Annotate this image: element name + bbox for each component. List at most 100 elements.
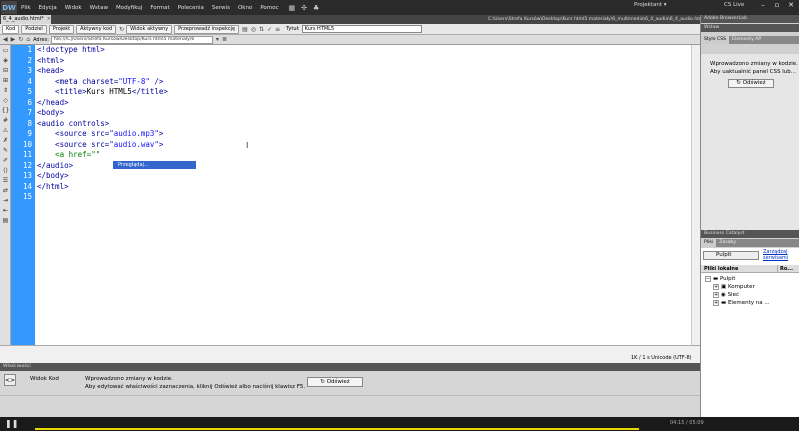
code-line[interactable]: <body> (35, 108, 691, 119)
home-icon[interactable]: ⌂ (26, 36, 30, 43)
browserlab-header[interactable]: Adobe BrowserLab (701, 15, 799, 23)
recent-snippets-icon[interactable]: ☰ (1, 176, 10, 185)
refresh-icon[interactable]: ↻ (119, 26, 124, 33)
file-management-icon[interactable]: ⇅ (259, 26, 264, 33)
address-menu-icon[interactable]: ▾ (216, 36, 219, 43)
menu-widok[interactable]: Widok (61, 5, 86, 11)
forward-icon[interactable]: ▶ (11, 36, 16, 43)
split-view-button[interactable]: Podziel (21, 24, 47, 34)
document-tab[interactable]: 6_4_audio.html* × (1, 15, 51, 24)
menu-polecenia[interactable]: Polecenia (174, 5, 208, 11)
outdent-icon[interactable]: ⇤ (1, 206, 10, 215)
minimize-icon[interactable]: – (756, 0, 770, 10)
move-css-icon[interactable]: ⇄ (1, 186, 10, 195)
tab-style-css[interactable]: Style CSS (701, 36, 730, 44)
play-pause-icon[interactable]: ❚❚ (5, 419, 18, 428)
code-line[interactable]: <source src="audio.wav"> (35, 140, 691, 151)
code-line[interactable]: </head> (35, 98, 691, 109)
menu-plik[interactable]: Plik (17, 5, 35, 11)
code-line[interactable]: </body> (35, 171, 691, 182)
address-settings-icon[interactable]: ≣ (222, 36, 227, 43)
indent-icon[interactable]: ⇥ (1, 196, 10, 205)
format-source-icon[interactable]: ▤ (1, 216, 10, 225)
title-input[interactable]: Kurs HTML5 (301, 25, 422, 33)
code-line[interactable]: <a href="" (35, 150, 691, 161)
code-line[interactable]: <audio controls> (35, 119, 691, 130)
code-line[interactable]: <source src="audio.mp3"> (35, 129, 691, 140)
code-editor[interactable]: <!doctype html> <html> <head> <meta charse… (35, 45, 691, 345)
tree-item-desktop[interactable]: − ▬ Pulpit (705, 275, 735, 283)
expand-icon[interactable]: + (713, 292, 719, 298)
select-parent-tag-icon[interactable]: ◇ (1, 96, 10, 105)
menu-serwis[interactable]: Serwis (208, 5, 234, 11)
collapse-tag-icon[interactable]: ⊟ (1, 66, 10, 75)
inspect-button[interactable]: Przeprowadź inspekcję (174, 24, 240, 34)
css-refresh-button[interactable]: ↻ Odśwież (728, 79, 774, 88)
apply-comment-icon[interactable]: ✎ (1, 146, 10, 155)
site-select[interactable]: Pulpit (703, 251, 759, 260)
back-icon[interactable]: ◀ (3, 36, 8, 43)
size-column-header[interactable]: Ro... (777, 265, 793, 273)
multiscreen-icon[interactable]: ▤ (242, 26, 248, 33)
menu-wstaw[interactable]: Wstaw (86, 5, 112, 11)
insert-header[interactable]: Wstaw (701, 24, 799, 32)
maximize-icon[interactable]: ▫ (770, 0, 784, 10)
line-number: 12 (22, 160, 32, 170)
balance-braces-icon[interactable]: {} (1, 106, 10, 115)
check-icon[interactable]: ✓ (267, 26, 272, 33)
workspace-switcher[interactable]: Projektant ▾ (634, 2, 667, 8)
site-icon[interactable]: ♣ (313, 4, 319, 12)
expand-all-icon[interactable]: ⇕ (1, 86, 10, 95)
code-view-button[interactable]: Kod (2, 24, 20, 34)
folder-icon: ▬ (721, 300, 728, 306)
wrap-tag-icon[interactable]: ⟨⟩ (1, 166, 10, 175)
editor-scrollbar[interactable] (691, 45, 700, 345)
collapse-icon[interactable]: − (705, 276, 711, 282)
manage-sites-link[interactable]: Zarządzaj serwisami (763, 249, 799, 261)
expand-icon[interactable]: + (713, 300, 719, 306)
live-view-button[interactable]: Widok aktywny (126, 24, 173, 34)
code-hint-popup[interactable]: Przeglądaj... (113, 161, 196, 169)
design-view-button[interactable]: Projekt (48, 24, 75, 34)
menu-okno[interactable]: Okno (234, 5, 256, 11)
options-icon[interactable]: ≡ (275, 26, 280, 33)
code-line[interactable]: <head> (35, 66, 691, 77)
layout-icon[interactable]: ▦ (289, 4, 296, 12)
code-line[interactable] (35, 192, 691, 203)
menu-format[interactable]: Format (146, 5, 173, 11)
show-code-navigator-icon[interactable]: ◈ (1, 56, 10, 65)
line-numbers-icon[interactable]: # (1, 116, 10, 125)
code-line[interactable]: </html> (35, 182, 691, 193)
code-token: "audio.wav" (109, 139, 159, 149)
properties-refresh-button[interactable]: ↻ Odśwież (307, 377, 363, 387)
preview-icon[interactable]: ◎ (251, 26, 256, 33)
code-line[interactable]: <!doctype html> (35, 45, 691, 56)
tab-assets[interactable]: Zasoby (716, 239, 739, 247)
expand-icon[interactable]: + (713, 284, 719, 290)
code-line[interactable]: <title>Kurs HTML5</title> (35, 87, 691, 98)
menu-edycja[interactable]: Edycja (35, 5, 61, 11)
tab-files[interactable]: Pliki (701, 239, 717, 247)
highlight-invalid-icon[interactable]: ⚠ (1, 126, 10, 135)
remove-comment-icon[interactable]: ✐ (1, 156, 10, 165)
code-line[interactable]: <html> (35, 56, 691, 67)
reload-icon[interactable]: ↻ (18, 36, 23, 43)
collapse-selection-icon[interactable]: ⊞ (1, 76, 10, 85)
syntax-error-icon[interactable]: ✗ (1, 136, 10, 145)
cs-live[interactable]: CS Live (724, 2, 744, 8)
close-tab-icon[interactable]: × (47, 16, 51, 22)
close-icon[interactable]: ✕ (784, 0, 798, 10)
tree-item-computer[interactable]: + ▣ Komputer (713, 283, 755, 291)
extend-icon[interactable]: ✣ (301, 4, 307, 12)
tab-ap-elements[interactable]: Elementy AP (729, 36, 764, 44)
address-input[interactable]: file:///C|/Users/Strefa Kursów/Desktop/K… (50, 35, 213, 44)
live-code-button[interactable]: Aktywny kod (76, 24, 117, 34)
video-progress[interactable] (35, 428, 639, 430)
business-catalyst-header[interactable]: Business Catalyst (701, 230, 799, 238)
open-documents-icon[interactable]: ▭ (1, 46, 10, 55)
tree-item-elements[interactable]: + ▬ Elementy na ... (713, 299, 770, 307)
menu-modyfikuj[interactable]: Modyfikuj (112, 5, 146, 11)
tree-item-network[interactable]: + ◉ Sieć (713, 291, 739, 299)
menu-pomoc[interactable]: Pomoc (256, 5, 282, 11)
code-line[interactable]: <meta charset="UTF-8" /> (35, 77, 691, 88)
